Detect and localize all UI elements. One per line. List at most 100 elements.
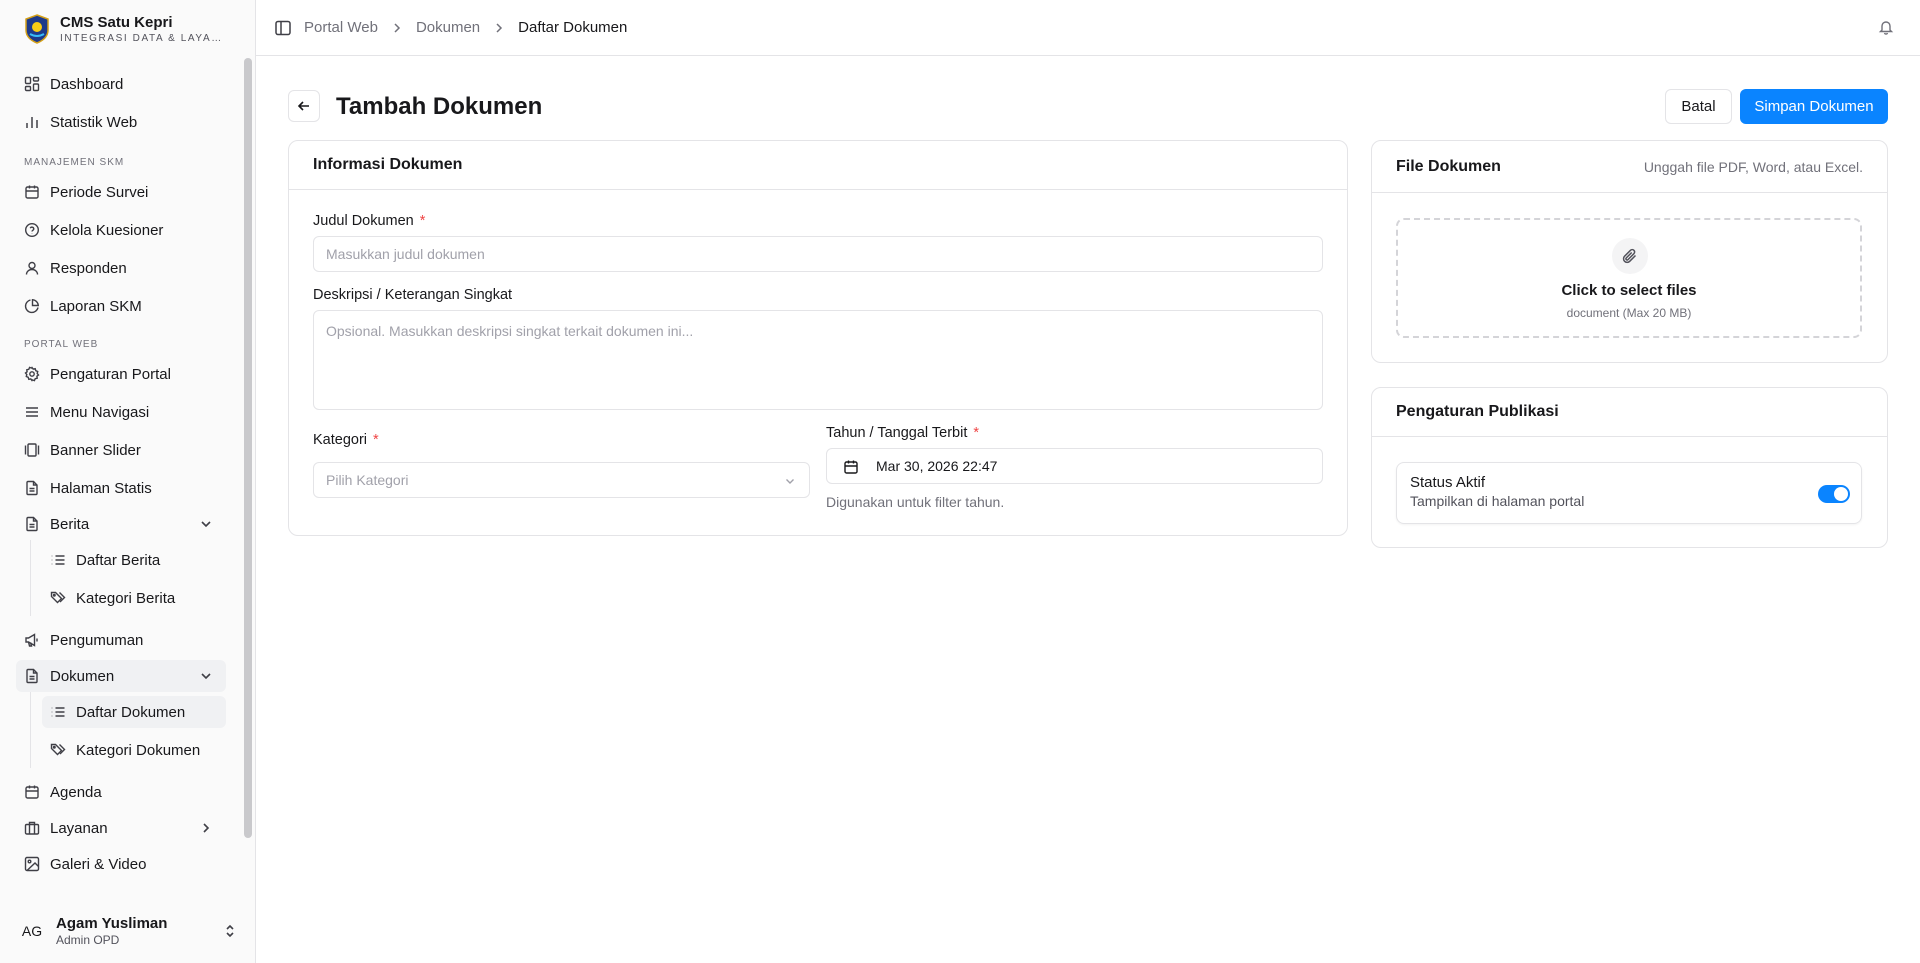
sidebar-item-label: Banner Slider <box>50 441 141 459</box>
tanggal-label: Tahun / Tanggal Terbit * <box>826 425 980 441</box>
sidebar-item-pengaturan-portal[interactable]: Pengaturan Portal <box>16 358 226 390</box>
chevron-down-icon <box>201 673 211 680</box>
sidebar-item-label: Dashboard <box>50 75 124 93</box>
nav-group-portal: PORTAL WEB <box>24 339 99 350</box>
avatar: AG <box>21 923 43 939</box>
app-subtitle: INTEGRASI DATA & LAYANAN <box>60 32 230 44</box>
cancel-button[interactable]: Batal <box>1665 89 1732 124</box>
pie-chart-icon <box>24 298 40 314</box>
user-menu[interactable]: AG Agam Yusliman Admin OPD <box>12 910 242 952</box>
briefcase-icon <box>24 820 40 836</box>
toggle-knob <box>1834 487 1848 501</box>
deskripsi-textarea[interactable]: Opsional. Masukkan deskripsi singkat ter… <box>313 310 1323 410</box>
tags-icon <box>50 742 66 758</box>
sidebar-item-label: Layanan <box>50 819 108 837</box>
sub-nav-line <box>30 692 31 768</box>
breadcrumb-portal-web[interactable]: Portal Web <box>304 19 378 36</box>
layout-dashboard-icon <box>24 76 40 92</box>
breadcrumb-daftar-dokumen: Daftar Dokumen <box>518 19 628 36</box>
sub-nav-line <box>30 540 31 616</box>
nav-group-skm: MANAJEMEN SKM <box>24 157 125 168</box>
brand[interactable]: CMS Satu Kepri INTEGRASI DATA & LAYANAN <box>24 12 244 46</box>
sidebar-item-kelola-kuesioner[interactable]: Kelola Kuesioner <box>16 214 226 246</box>
tanggal-picker[interactable]: Mar 30, 2026 22:47 <box>826 448 1323 484</box>
calendar-icon <box>844 460 858 474</box>
megaphone-icon <box>24 632 40 648</box>
list-icon <box>50 704 66 720</box>
status-title: Status Aktif <box>1410 474 1486 491</box>
sidebar-item-dokumen[interactable]: Dokumen <box>16 660 226 692</box>
sidebar-toggle-icon[interactable] <box>274 19 292 37</box>
back-button[interactable] <box>288 90 320 122</box>
chevron-right-icon <box>203 823 210 833</box>
arrow-left-icon <box>297 101 309 111</box>
sidebar-item-label: Daftar Berita <box>76 551 161 569</box>
user-name: Agam Yusliman <box>56 914 168 932</box>
sidebar-item-laporan-skm[interactable]: Laporan SKM <box>16 290 226 322</box>
sidebar-item-kategori-dokumen[interactable]: Kategori Dokumen <box>42 734 226 766</box>
file-card: File Dokumen Unggah file PDF, Word, atau… <box>1371 140 1888 363</box>
sidebar-item-label: Menu Navigasi <box>50 403 150 421</box>
tanggal-value: Mar 30, 2026 22:47 <box>876 458 998 474</box>
sidebar: CMS Satu Kepri INTEGRASI DATA & LAYANAN … <box>0 0 256 963</box>
sidebar-item-dashboard[interactable]: Dashboard <box>16 68 226 100</box>
sidebar-item-label: Kategori Berita <box>76 589 176 607</box>
save-document-button[interactable]: Simpan Dokumen <box>1740 89 1888 124</box>
sidebar-item-berita[interactable]: Berita <box>16 508 226 540</box>
sidebar-item-layanan[interactable]: Layanan <box>16 812 226 844</box>
sidebar-item-periode-survei[interactable]: Periode Survei <box>16 176 226 208</box>
kategori-select[interactable]: Pilih Kategori <box>313 462 810 498</box>
info-card: Informasi Dokumen Judul Dokumen * Masukka… <box>288 140 1348 536</box>
top-bar: Portal Web Dokumen Daftar Dokumen <box>256 0 1920 56</box>
chevron-right-icon <box>496 22 503 33</box>
bell-icon[interactable] <box>1878 19 1894 35</box>
file-icon <box>24 480 40 496</box>
file-text-icon <box>24 668 40 684</box>
sidebar-item-daftar-dokumen[interactable]: Daftar Dokumen <box>42 696 226 728</box>
list-icon <box>50 552 66 568</box>
sidebar-item-halaman-statis[interactable]: Halaman Statis <box>16 472 226 504</box>
kategori-select-value: Pilih Kategori <box>326 472 409 488</box>
publish-card-title: Pengaturan Publikasi <box>1396 403 1559 420</box>
sidebar-item-label: Pengaturan Portal <box>50 365 171 383</box>
file-dropzone[interactable]: Click to select files document (Max 20 M… <box>1396 218 1862 338</box>
deskripsi-label: Deskripsi / Keterangan Singkat <box>313 287 513 303</box>
help-circle-icon <box>24 222 40 238</box>
tanggal-hint: Digunakan untuk filter tahun. <box>826 494 1005 510</box>
breadcrumb-dokumen[interactable]: Dokumen <box>416 19 480 36</box>
bar-chart-icon <box>24 114 40 130</box>
gallery-icon <box>24 442 40 458</box>
sidebar-item-kategori-berita[interactable]: Kategori Berita <box>42 582 226 614</box>
judul-input[interactable]: Masukkan judul dokumen <box>313 236 1323 272</box>
chevron-down-icon <box>786 479 794 484</box>
sidebar-item-label: Pengumuman <box>50 631 144 649</box>
kategori-label: Kategori * <box>313 432 379 448</box>
kepri-logo-icon <box>25 14 49 44</box>
status-aktif-toggle[interactable] <box>1818 485 1850 503</box>
sidebar-item-statistik-web[interactable]: Statistik Web <box>16 106 226 138</box>
file-card-description: Unggah file PDF, Word, atau Excel. <box>1643 158 1863 175</box>
info-card-title: Informasi Dokumen <box>313 156 463 173</box>
sidebar-item-pengumuman[interactable]: Pengumuman <box>16 624 226 656</box>
file-card-title: File Dokumen <box>1396 157 1501 175</box>
user-role: Admin OPD <box>56 932 120 947</box>
sidebar-item-agenda[interactable]: Agenda <box>16 776 226 808</box>
app-title: CMS Satu Kepri <box>60 13 173 31</box>
sidebar-item-label: Kelola Kuesioner <box>50 221 164 239</box>
sidebar-item-label: Daftar Dokumen <box>76 703 186 721</box>
sidebar-item-banner-slider[interactable]: Banner Slider <box>16 434 226 466</box>
sidebar-item-menu-navigasi[interactable]: Menu Navigasi <box>16 396 226 428</box>
user-icon <box>24 260 40 276</box>
sidebar-item-label: Laporan SKM <box>50 297 142 315</box>
sidebar-item-daftar-berita[interactable]: Daftar Berita <box>42 544 226 576</box>
image-icon <box>24 856 40 872</box>
sidebar-item-label: Kategori Dokumen <box>76 741 201 759</box>
file-text-icon <box>24 516 40 532</box>
dropzone-title: Click to select files <box>1561 282 1697 299</box>
sidebar-item-responden[interactable]: Responden <box>16 252 226 284</box>
paperclip-icon <box>1612 238 1648 274</box>
breadcrumb: Portal Web Dokumen Daftar Dokumen <box>304 19 627 36</box>
sidebar-item-galeri-video[interactable]: Galeri & Video <box>16 848 226 880</box>
sidebar-item-label: Statistik Web <box>50 113 138 131</box>
sidebar-scrollbar[interactable] <box>244 58 252 838</box>
